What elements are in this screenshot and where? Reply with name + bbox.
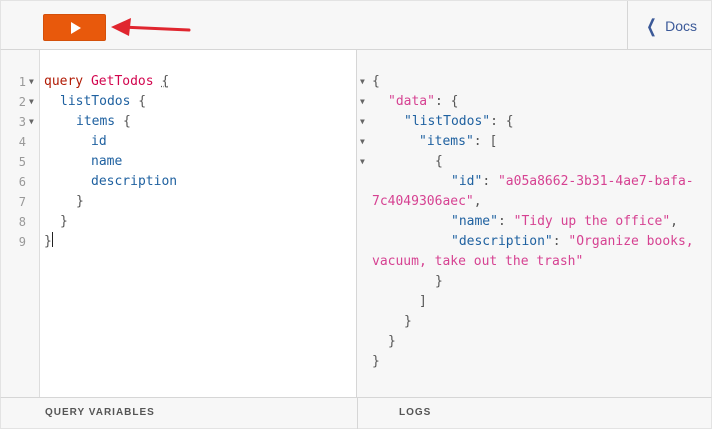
play-icon bbox=[71, 22, 81, 34]
brace-token: } bbox=[60, 214, 68, 229]
code-line: id bbox=[91, 132, 107, 152]
keyword-token: query bbox=[44, 74, 83, 89]
json-string-token: vacuum, take out the trash" bbox=[372, 254, 583, 269]
chevron-left-icon: ❮ bbox=[646, 17, 657, 35]
operation-name-token: GetTodos bbox=[91, 74, 154, 89]
fold-triangle-icon[interactable]: ▼ bbox=[29, 72, 34, 92]
json-key-token: "listTodos" bbox=[404, 114, 490, 129]
brace-token: { bbox=[123, 114, 131, 129]
code-line: name bbox=[91, 152, 122, 172]
docs-button[interactable]: ❮ Docs bbox=[627, 1, 712, 51]
line-number: 7 bbox=[10, 192, 26, 212]
json-string-token: "a05a8662-3b31-4ae7-bafa- bbox=[498, 174, 694, 189]
code-line: items { bbox=[76, 112, 131, 132]
brace-token: } bbox=[372, 354, 380, 369]
code-line: } bbox=[44, 232, 53, 252]
json-key-token: "id" bbox=[451, 174, 482, 189]
line-number: 4 bbox=[10, 132, 26, 152]
fold-triangle-icon[interactable]: ▼ bbox=[29, 112, 34, 132]
result-line: "id": "a05a8662-3b31-4ae7-bafa- bbox=[451, 172, 694, 192]
result-line: "description": "Organize books, bbox=[451, 232, 694, 252]
code-line: listTodos { bbox=[60, 92, 146, 112]
result-line: ] bbox=[419, 292, 427, 312]
brace-token: { bbox=[435, 154, 443, 169]
brace-token: { bbox=[372, 74, 380, 89]
json-key-token: "data" bbox=[388, 94, 435, 109]
brace-token: { bbox=[138, 94, 146, 109]
brace-token: } bbox=[76, 194, 84, 209]
fold-triangle-icon[interactable]: ▼ bbox=[360, 132, 365, 152]
line-number: 9 bbox=[10, 232, 26, 252]
json-key-token: "name" bbox=[451, 214, 498, 229]
code-line: query GetTodos { bbox=[44, 72, 169, 92]
fold-triangle-icon[interactable]: ▼ bbox=[360, 92, 365, 112]
brace-token: } bbox=[44, 234, 52, 249]
result-line: } bbox=[404, 312, 412, 332]
result-line: } bbox=[435, 272, 443, 292]
red-arrow-annotation-icon bbox=[109, 15, 191, 45]
line-number: 2 bbox=[10, 92, 26, 112]
json-string-token: "Tidy up the office" bbox=[514, 214, 671, 229]
brace-token: { bbox=[506, 114, 514, 129]
field-token: listTodos bbox=[60, 94, 130, 109]
line-number: 3 bbox=[10, 112, 26, 132]
fold-triangle-icon[interactable]: ▼ bbox=[29, 92, 34, 112]
query-editor[interactable] bbox=[0, 50, 356, 397]
query-variables-tab[interactable]: QUERY VARIABLES bbox=[45, 407, 155, 418]
run-query-button[interactable] bbox=[43, 14, 106, 41]
code-line: } bbox=[60, 212, 68, 232]
line-number: 5 bbox=[10, 152, 26, 172]
docs-label: Docs bbox=[665, 18, 697, 34]
line-number: 8 bbox=[10, 212, 26, 232]
result-line: 7c4049306aec", bbox=[372, 192, 482, 212]
brace-token: { bbox=[161, 74, 169, 89]
brace-token: { bbox=[451, 94, 459, 109]
divider bbox=[357, 398, 358, 429]
logs-tab[interactable]: LOGS bbox=[399, 407, 431, 418]
text-cursor bbox=[52, 232, 53, 247]
brace-token: } bbox=[388, 334, 396, 349]
result-line: } bbox=[372, 352, 380, 372]
brace-token: } bbox=[404, 314, 412, 329]
bottom-panel-bar: QUERY VARIABLES LOGS bbox=[0, 397, 712, 429]
json-string-token: 7c4049306aec" bbox=[372, 194, 474, 209]
result-line: "listTodos": { bbox=[404, 112, 514, 132]
code-line: } bbox=[76, 192, 84, 212]
brace-token: } bbox=[435, 274, 443, 289]
code-line: description bbox=[91, 172, 177, 192]
fold-triangle-icon[interactable]: ▼ bbox=[360, 152, 365, 172]
field-token: items bbox=[76, 114, 115, 129]
line-number: 6 bbox=[10, 172, 26, 192]
fold-triangle-icon[interactable]: ▼ bbox=[360, 72, 365, 92]
result-line: "data": { bbox=[388, 92, 458, 112]
json-string-token: "Organize books, bbox=[568, 234, 693, 249]
result-line: { bbox=[372, 72, 380, 92]
field-token: id bbox=[91, 134, 107, 149]
json-key-token: "items" bbox=[419, 134, 474, 149]
json-key-token: "description" bbox=[451, 234, 553, 249]
result-line: "items": [ bbox=[419, 132, 497, 152]
line-number: 1 bbox=[10, 72, 26, 92]
result-line: vacuum, take out the trash" bbox=[372, 252, 583, 272]
toolbar: ❮ Docs bbox=[0, 0, 712, 50]
fold-triangle-icon[interactable]: ▼ bbox=[360, 112, 365, 132]
field-token: name bbox=[91, 154, 122, 169]
result-line: "name": "Tidy up the office", bbox=[451, 212, 678, 232]
result-line: } bbox=[388, 332, 396, 352]
result-line: { bbox=[435, 152, 443, 172]
field-token: description bbox=[91, 174, 177, 189]
